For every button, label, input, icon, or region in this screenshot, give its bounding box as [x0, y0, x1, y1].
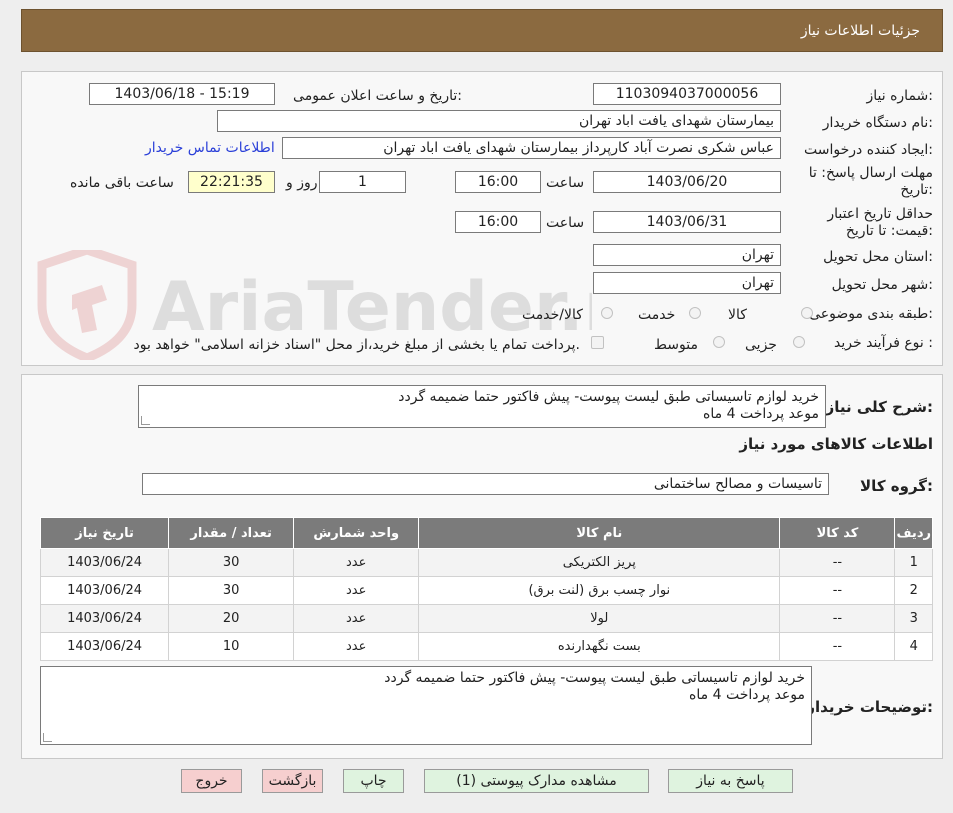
cell-item-code: -- — [779, 576, 896, 605]
back-button[interactable]: بازگشت — [262, 769, 323, 793]
col-need-date: تاریخ نیاز — [39, 517, 170, 549]
resize-handle-icon[interactable] — [141, 416, 150, 425]
cell-unit: عدد — [293, 604, 420, 633]
city-label: شهر محل تحویل: — [831, 277, 933, 293]
province-label: استان محل تحویل: — [823, 249, 933, 265]
print-button[interactable]: چاپ — [343, 769, 404, 793]
need-number-label: شماره نیاز: — [866, 88, 933, 104]
table-row: 2 -- نوار چسب برق (لنت برق) عدد 30 1403/… — [39, 576, 933, 605]
category-radio-goods-service[interactable] — [601, 307, 613, 319]
resize-handle-icon[interactable] — [43, 733, 52, 742]
buyer-notes-label: توضیحات خریدار: — [806, 698, 933, 716]
summary-label: شرح کلی نیاز: — [825, 398, 933, 416]
process-radio-minor[interactable] — [793, 336, 805, 348]
summary-textarea[interactable]: خرید لوازم تاسیساتی طبق لیست پیوست- پیش … — [138, 385, 826, 428]
cell-unit: عدد — [293, 548, 420, 577]
process-option-minor: جزیی — [745, 337, 777, 353]
table-header-row: ردیف کد کالا نام کالا واحد شمارش تعداد /… — [39, 517, 933, 549]
cell-row-number: 1 — [894, 548, 933, 577]
cell-row-number: 4 — [894, 632, 933, 661]
process-label: نوع فرآیند خرید : — [834, 335, 933, 351]
category-option-service: خدمت — [638, 307, 676, 323]
deadline-time-field: 16:00 — [455, 171, 541, 193]
buyer-label: نام دستگاه خریدار: — [822, 115, 933, 131]
cell-item-name: پریز الکتریکی — [418, 548, 781, 577]
table-row: 4 -- بست نگهدارنده عدد 10 1403/06/24 — [39, 632, 933, 661]
process-radio-medium[interactable] — [713, 336, 725, 348]
deadline-time-label: ساعت — [546, 175, 585, 191]
validity-time-label: ساعت — [546, 215, 585, 231]
cell-unit: عدد — [293, 576, 420, 605]
validity-label: حداقل تاریخ اعتبار — [827, 206, 933, 222]
cell-unit: عدد — [293, 632, 420, 661]
cell-item-code: -- — [779, 604, 896, 633]
col-item-name: نام کالا — [418, 517, 781, 549]
table-row: 3 -- لولا عدد 20 1403/06/24 — [39, 604, 933, 633]
buyer-notes-line-1: خرید لوازم تاسیساتی طبق لیست پیوست- پیش … — [384, 670, 805, 686]
category-option-goods: کالا — [728, 307, 747, 323]
cell-row-number: 3 — [894, 604, 933, 633]
col-row-number: ردیف — [894, 517, 933, 549]
goods-title: اطلاعات کالاهای مورد نیاز — [739, 435, 933, 453]
cell-quantity: 10 — [168, 632, 295, 661]
cell-quantity: 30 — [168, 576, 295, 605]
buyer-notes-textarea[interactable]: خرید لوازم تاسیساتی طبق لیست پیوست- پیش … — [40, 666, 812, 745]
goods-group-label: گروه کالا: — [860, 477, 933, 495]
announce-label: تاریخ و ساعت اعلان عمومی: — [293, 88, 462, 104]
deadline-label-2: تاریخ: — [900, 182, 933, 198]
cell-item-code: -- — [779, 548, 896, 577]
col-item-code: کد کالا — [779, 517, 896, 549]
goods-group-field: تاسیسات و مصالح ساختمانی — [142, 473, 829, 495]
cell-need-date: 1403/06/24 — [39, 604, 170, 633]
col-unit: واحد شمارش — [293, 517, 420, 549]
requester-label: ایجاد کننده درخواست: — [804, 142, 933, 158]
need-number-field: 1103094037000056 — [593, 83, 781, 105]
cell-quantity: 20 — [168, 604, 295, 633]
cell-item-code: -- — [779, 632, 896, 661]
col-quantity: تعداد / مقدار — [168, 517, 295, 549]
items-table: ردیف کد کالا نام کالا واحد شمارش تعداد /… — [39, 517, 933, 661]
summary-line-1: خرید لوازم تاسیساتی طبق لیست پیوست- پیش … — [398, 389, 819, 405]
buyer-notes-line-2: موعد پرداخت 4 ماه — [689, 687, 805, 703]
validity-time-field: 16:00 — [455, 211, 541, 233]
page-title: جزئیات اطلاعات نیاز — [800, 23, 920, 39]
process-option-medium: متوسط — [654, 337, 698, 353]
days-field: 1 — [319, 171, 406, 193]
page-header: جزئیات اطلاعات نیاز — [21, 9, 943, 52]
buyer-field: بیمارستان شهدای یافت اباد تهران — [217, 110, 781, 132]
category-radio-service[interactable] — [689, 307, 701, 319]
days-label: روز و — [286, 175, 318, 191]
payment-note: پرداخت تمام یا بخشی از مبلغ خرید،از محل … — [133, 337, 580, 353]
category-option-goods-service: کالا/خدمت — [522, 307, 583, 323]
announce-field: 1403/06/18 - 15:19 — [89, 83, 275, 105]
validity-date-field: 1403/06/31 — [593, 211, 781, 233]
category-radio-goods[interactable] — [801, 307, 813, 319]
validity-label-2: قیمت: تا تاریخ: — [845, 223, 933, 239]
remaining-time-field: 22:21:35 — [188, 171, 275, 193]
exit-button[interactable]: خروج — [181, 769, 242, 793]
cell-need-date: 1403/06/24 — [39, 576, 170, 605]
reply-button[interactable]: پاسخ به نیاز — [668, 769, 793, 793]
cell-need-date: 1403/06/24 — [39, 548, 170, 577]
view-attachments-button[interactable]: مشاهده مدارک پیوستی (1) — [424, 769, 649, 793]
cell-item-name: نوار چسب برق (لنت برق) — [418, 576, 781, 605]
cell-row-number: 2 — [894, 576, 933, 605]
province-field: تهران — [593, 244, 781, 266]
cell-item-name: بست نگهدارنده — [418, 632, 781, 661]
city-field: تهران — [593, 272, 781, 294]
buyer-contact-link[interactable]: اطلاعات تماس خریدار — [145, 140, 275, 156]
table-row: 1 -- پریز الکتریکی عدد 30 1403/06/24 — [39, 548, 933, 577]
cell-item-name: لولا — [418, 604, 781, 633]
treasury-checkbox[interactable] — [591, 336, 604, 349]
requester-field: عباس شکری نصرت آباد کارپرداز بیمارستان ش… — [282, 137, 781, 159]
summary-line-2: موعد پرداخت 4 ماه — [703, 406, 819, 422]
deadline-date-field: 1403/06/20 — [593, 171, 781, 193]
remaining-time-label: ساعت باقی مانده — [70, 175, 174, 191]
category-label: طبقه بندی موضوعی: — [809, 306, 933, 322]
deadline-label: مهلت ارسال پاسخ: تا — [808, 165, 933, 181]
cell-quantity: 30 — [168, 548, 295, 577]
cell-need-date: 1403/06/24 — [39, 632, 170, 661]
